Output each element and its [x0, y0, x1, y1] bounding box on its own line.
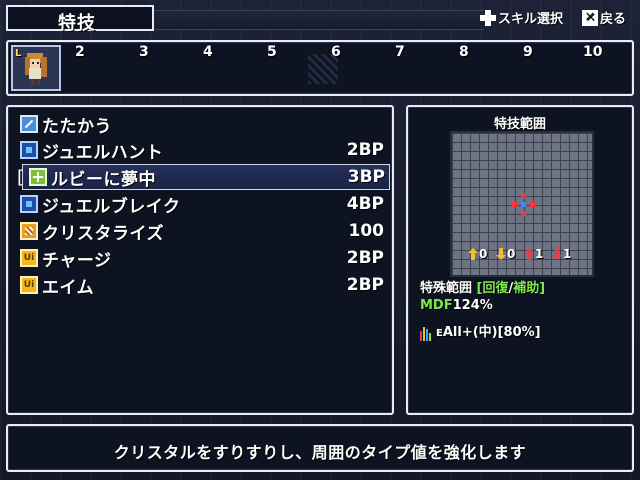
skill-name: エイム	[42, 277, 95, 298]
selection-bracket-left: [	[17, 167, 25, 188]
skill-row[interactable]: Ui チャージ 2BP	[20, 245, 384, 271]
skill-row[interactable]: Ui エイム 2BP	[20, 272, 384, 298]
empty-slot-placeholder	[308, 54, 338, 84]
slot-number[interactable]: 4	[203, 44, 213, 60]
page-title: 特技	[58, 13, 96, 34]
skill-row[interactable]: クリスタライズ 100	[20, 218, 384, 244]
crystal-icon	[20, 222, 38, 240]
level-badge: L	[15, 48, 22, 59]
slot-number[interactable]: 10	[583, 44, 602, 60]
effect-line: EAll+(中)[80%]	[420, 321, 541, 341]
skill-name: ジュエルブレイク	[42, 196, 181, 217]
skill-row-selected[interactable]: [ ルビーに夢中 3BP	[17, 164, 390, 190]
range-stat: 0	[496, 247, 515, 261]
hint-select-label: スキル選択	[498, 12, 564, 27]
range-cell	[521, 193, 526, 198]
heal-plus-icon	[29, 168, 47, 186]
skill-name: クリスタライズ	[42, 223, 164, 244]
special-range-label: 特殊範囲	[420, 281, 473, 296]
jewel-icon	[20, 141, 38, 159]
buff-icon: Ui	[20, 276, 38, 294]
skill-range-panel: 特技範囲 0 0 1 1 特殊範囲 [回復/補助] MDF124% EAll+(…	[406, 105, 634, 415]
description-panel: クリスタルをすりすりし、周囲のタイプ値を強化します	[6, 424, 634, 472]
skill-cost: 2BP	[346, 248, 384, 268]
skill-cost: 4BP	[346, 194, 384, 214]
effect-text: All+(中)[80%]	[442, 325, 541, 340]
skill-list-panel: たたかう ジュエルハント 2BP [ ルビーに夢中 3BP ジュエルブレイク 4…	[6, 105, 394, 415]
header-strip	[154, 10, 484, 30]
slot-number[interactable]: 5	[267, 44, 277, 60]
range-stat: 1	[552, 247, 571, 261]
arrow-up-icon	[468, 248, 478, 260]
range-stat: 0	[468, 247, 487, 261]
special-range-line: 特殊範囲 [回復/補助]	[420, 277, 545, 296]
range-center-cell	[521, 202, 526, 207]
slot-number[interactable]: 2	[75, 44, 85, 60]
arrow-up-icon	[524, 248, 534, 260]
sword-icon	[20, 115, 38, 133]
title-box: 特技	[6, 5, 154, 34]
jewel-icon	[20, 195, 38, 213]
character-portrait-slot-1[interactable]: L	[11, 45, 61, 91]
range-stat-value: 0	[479, 247, 488, 261]
x-button-icon: ✕	[582, 9, 598, 26]
special-range-bracket-close: ]	[539, 281, 546, 296]
type-value-bars-icon	[420, 326, 431, 341]
skill-row[interactable]: ジュエルブレイク 4BP	[20, 191, 384, 217]
arrow-down-icon	[496, 248, 506, 260]
slot-number[interactable]: 9	[523, 44, 533, 60]
skill-description: クリスタルをすりすりし、周囲のタイプ値を強化します	[113, 443, 527, 462]
slot-number[interactable]: 7	[395, 44, 405, 60]
skill-cost: 2BP	[346, 140, 384, 160]
range-stat-value: 1	[563, 247, 572, 261]
range-stat-value: 0	[507, 247, 516, 261]
skill-name: チャージ	[42, 250, 112, 271]
mdf-value: 124%	[452, 298, 493, 313]
range-stat-value: 1	[535, 247, 544, 261]
range-title: 特技範囲	[493, 117, 546, 132]
skill-row[interactable]: ジュエルハント 2BP	[20, 137, 384, 163]
range-cell	[530, 202, 535, 207]
skill-cost: 2BP	[346, 275, 384, 295]
skill-slot-bar: L 2 3 4 5 6 7 8 9 10	[6, 40, 634, 96]
skill-row[interactable]: たたかう	[20, 111, 384, 137]
skill-cost: 100	[348, 221, 385, 241]
skill-cost: 3BP	[347, 167, 385, 187]
range-stat: 1	[524, 247, 543, 261]
hint-skill-select[interactable]: スキル選択	[480, 8, 563, 27]
slot-number[interactable]: 8	[459, 44, 469, 60]
slot-number[interactable]: 3	[139, 44, 149, 60]
mdf-line: MDF124%	[420, 298, 493, 313]
mdf-label: MDF	[420, 298, 453, 313]
effect-prefix: E	[436, 328, 443, 339]
buff-icon: Ui	[20, 249, 38, 267]
back-button[interactable]: ✕ 戻る	[582, 8, 626, 27]
dpad-icon	[480, 9, 496, 26]
range-cell	[521, 211, 526, 216]
skill-name: ルビーに夢中	[51, 169, 156, 190]
hint-back-label: 戻る	[600, 12, 627, 27]
skill-name: ジュエルハント	[42, 142, 164, 163]
arrow-down-icon	[552, 248, 562, 260]
special-range-type-b: 補助	[513, 281, 540, 296]
special-range-type-a: 回復	[482, 281, 509, 296]
skill-name: たたかう	[42, 116, 112, 137]
range-cell	[512, 202, 517, 207]
